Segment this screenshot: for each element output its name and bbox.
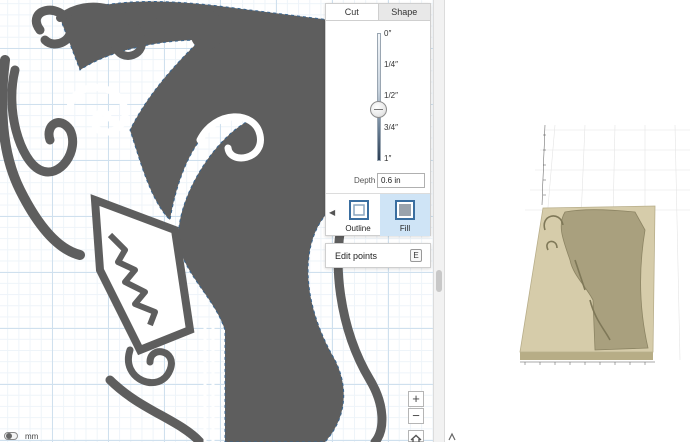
cut-settings-panel: Cut Shape 0″ 1/4″ 1/2″ 3/4″ 1″ Depth ◀ O… [325,3,431,236]
outline-mode-label: Outline [345,224,371,233]
cut-mode-row: ◀ Outline Fill [326,193,430,236]
scroll-thumb[interactable] [436,270,442,292]
outline-mode-button[interactable]: Outline [336,194,380,236]
zoom-in-button[interactable]: + [408,391,424,407]
depth-tick-half: 1/2″ [384,91,398,100]
artwork-chin-swirl[interactable] [124,346,175,387]
edit-points-button[interactable]: Edit points E [325,243,431,268]
tab-shape[interactable]: Shape [377,4,430,20]
tab-cut[interactable]: Cut [326,4,378,20]
fill-icon [395,200,415,220]
artwork-neck-line[interactable] [203,320,215,442]
depth-tick-1: 1″ [384,154,392,163]
artwork-outer-curl[interactable] [7,5,78,177]
edit-points-label: Edit points [335,251,378,261]
edit-points-shortcut: E [410,249,422,262]
home-button[interactable] [408,430,424,442]
3d-preview-scene[interactable] [445,0,690,442]
artwork-lower-stroke[interactable] [105,375,205,442]
preview-ruler [520,361,655,365]
units-toggle[interactable] [4,432,18,440]
chevron-left-icon[interactable]: ◀ [329,208,335,217]
depth-tick-0: 0″ [384,29,392,38]
minus-icon: − [412,408,420,423]
nav-arrow-icon[interactable] [447,432,457,442]
depth-input[interactable] [377,173,425,188]
zoom-out-button[interactable]: − [408,408,424,424]
outline-icon [349,200,369,220]
depth-slider-handle[interactable] [370,101,387,119]
easel-editor: mm + − Cut Shape 0″ 1/4″ 1/2″ 3/4″ 1″ De… [0,0,690,442]
preview-ruler-vertical [541,124,546,206]
artwork-jaw[interactable] [90,194,195,356]
depth-tick-quarter: 1/4″ [384,60,398,69]
3d-preview-canvas[interactable] [445,0,690,442]
artwork-inner-swirl[interactable] [66,84,129,136]
home-icon [410,434,422,442]
panel-tabs: Cut Shape [326,4,430,21]
wood-slab-side [520,352,653,360]
canvas-divider-scrollbar[interactable] [433,0,445,442]
depth-slider-track[interactable] [377,33,381,161]
depth-tick-three-quarter: 3/4″ [384,123,398,132]
fill-mode-label: Fill [399,224,411,233]
depth-slider[interactable] [370,33,387,161]
units-label: mm [25,432,39,441]
fill-mode-button[interactable]: Fill [380,194,430,236]
depth-row: Depth [326,173,430,189]
depth-label: Depth [354,176,376,185]
plus-icon: + [412,391,420,406]
